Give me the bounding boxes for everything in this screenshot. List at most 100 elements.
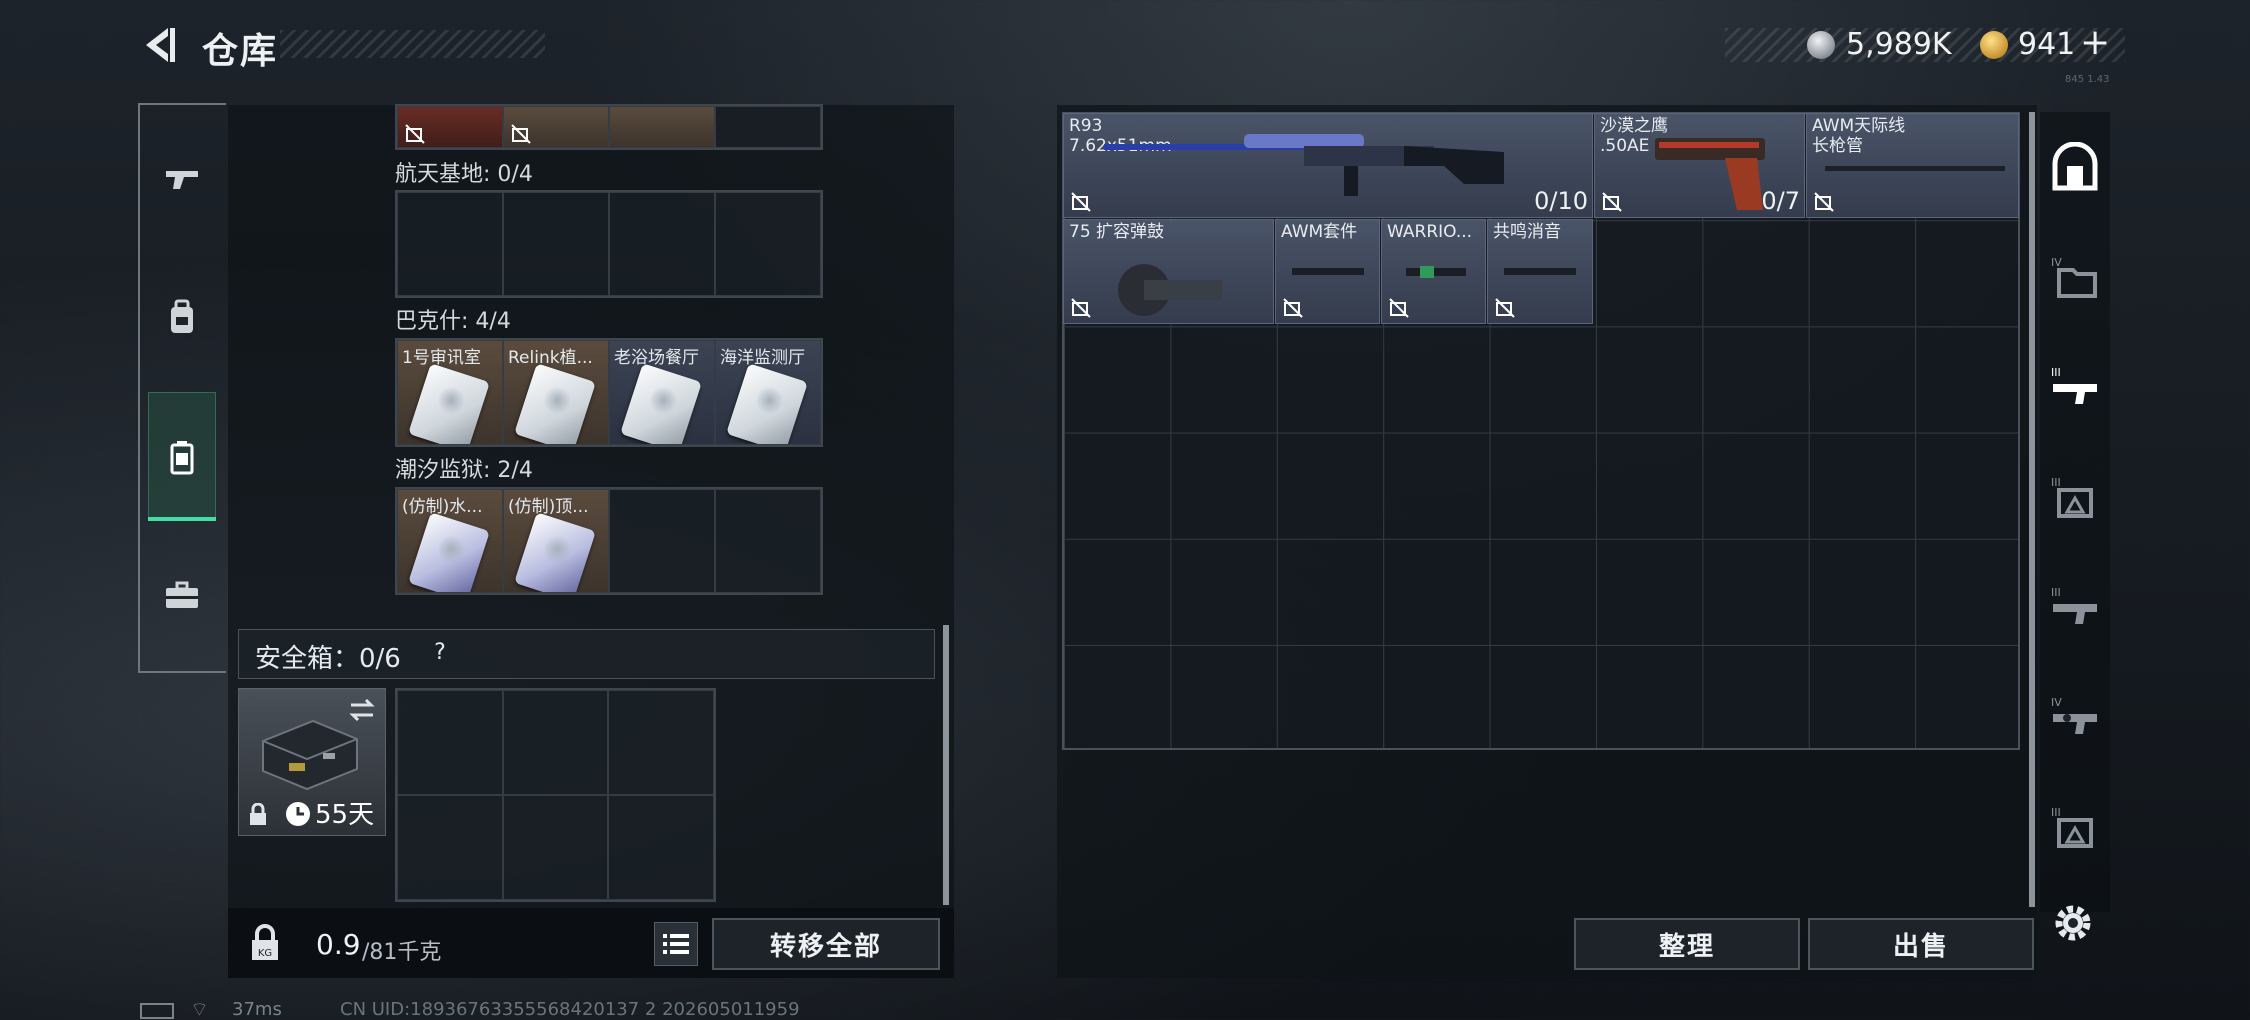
magazine-image xyxy=(1118,264,1222,316)
no-sell-icon xyxy=(1495,298,1515,318)
item-name: AWM天际线 长枪管 xyxy=(1812,116,1906,156)
item-name: WARRIO... xyxy=(1387,222,1473,242)
weight-lock-button[interactable]: KG xyxy=(240,918,290,968)
keycard-group-label: 巴克什: 4/4 xyxy=(395,309,511,334)
wifi-icon: ⌔ xyxy=(190,997,209,1020)
keycard-slot[interactable] xyxy=(715,106,821,148)
back-button[interactable] xyxy=(138,24,180,66)
keycard-item[interactable]: 海洋监测厅 xyxy=(715,340,821,445)
keycard-slot[interactable] xyxy=(609,106,715,148)
transfer-all-button[interactable]: 转移全部 xyxy=(712,918,940,970)
item-desert-eagle[interactable]: 沙漠之鹰 .50AE 0/7 xyxy=(1594,113,1805,218)
no-sell-icon xyxy=(1071,298,1091,318)
barrel-image xyxy=(1825,166,2005,171)
safe-box-item[interactable]: 55天 xyxy=(238,688,386,836)
no-sell-icon xyxy=(511,124,531,144)
folder-iv-icon: IV xyxy=(2051,256,2097,298)
add-currency-button[interactable]: + xyxy=(2080,22,2110,63)
safe-slot[interactable] xyxy=(502,795,609,900)
attachment-image xyxy=(1406,266,1466,278)
tab-weapons[interactable] xyxy=(148,136,216,222)
keycard-name: Relink植... xyxy=(508,348,593,368)
tab-armor[interactable]: III xyxy=(2040,448,2110,548)
armor-iii-icon: III xyxy=(2051,476,2093,518)
keycard-name: 1号审讯室 xyxy=(402,348,481,368)
battery-icon xyxy=(140,1003,174,1019)
swap-icon[interactable] xyxy=(347,695,377,725)
keycard-slot[interactable] xyxy=(609,192,715,296)
tab-armor-b[interactable]: III xyxy=(2040,778,2110,878)
keycard-image xyxy=(514,512,596,592)
silver-coin-icon xyxy=(1807,31,1835,59)
svg-text:III: III xyxy=(2051,806,2061,819)
help-button[interactable]: ? xyxy=(424,637,456,669)
keycard-slot[interactable] xyxy=(715,489,821,593)
gold-coin-icon xyxy=(1980,31,2008,59)
keycard-item[interactable]: (仿制)顶... xyxy=(503,489,609,593)
suppressor-image xyxy=(1504,268,1576,275)
item-awm-long-barrel[interactable]: AWM天际线 长枪管 xyxy=(1806,113,2019,218)
item-drum-magazine[interactable]: 75 扩容弹鼓 xyxy=(1063,219,1274,324)
no-sell-icon xyxy=(1389,298,1409,318)
version-text: 845 1.43 xyxy=(2065,74,2110,85)
keycard-name: 海洋监测厅 xyxy=(720,348,805,368)
no-sell-icon xyxy=(1071,192,1091,212)
safe-slot[interactable] xyxy=(502,690,609,795)
safe-slot[interactable] xyxy=(608,795,714,900)
sell-button[interactable]: 出售 xyxy=(1808,918,2034,970)
list-icon xyxy=(663,934,689,954)
item-r93-rifle[interactable]: R93 7.62x51mm 0/10 xyxy=(1063,113,1593,218)
item-awm-kit[interactable]: AWM套件 xyxy=(1275,219,1380,324)
keycard-slot[interactable] xyxy=(503,106,609,148)
keycard-image xyxy=(408,363,490,444)
keycard-item[interactable]: Relink植... xyxy=(503,340,609,445)
tab-safe-case[interactable] xyxy=(148,414,216,500)
item-ammo-count: 0/10 xyxy=(1534,187,1588,215)
keycard-image xyxy=(514,363,596,444)
kit-image xyxy=(1292,268,1364,275)
lock-icon xyxy=(250,803,266,825)
keycard-name: (仿制)水... xyxy=(402,497,483,517)
keycard-item[interactable]: 老浴场餐厅 xyxy=(609,340,715,445)
vault-door-icon xyxy=(2052,142,2098,191)
list-view-button[interactable] xyxy=(654,922,698,966)
keycard-item[interactable]: (仿制)水... xyxy=(397,489,503,593)
keycard-slot[interactable] xyxy=(503,192,609,296)
no-sell-icon xyxy=(1602,192,1622,212)
no-sell-icon xyxy=(1283,298,1303,318)
settings-gear-icon[interactable] xyxy=(2048,898,2098,948)
tab-folder[interactable]: IV xyxy=(2040,228,2110,328)
rifle-iii-icon: III xyxy=(2051,366,2097,404)
keycard-name: 老浴场餐厅 xyxy=(614,348,699,368)
keycard-image xyxy=(408,512,490,592)
svg-text:IV: IV xyxy=(2051,256,2062,269)
item-warrior-attachment[interactable]: WARRIO... xyxy=(1381,219,1486,324)
tab-toolbox[interactable] xyxy=(148,552,216,638)
keycard-slot[interactable] xyxy=(715,192,821,296)
pistol-icon xyxy=(166,171,198,189)
backpack-icon xyxy=(171,299,193,333)
clock-icon xyxy=(286,802,310,826)
item-suppressor[interactable]: 共鸣消音 xyxy=(1487,219,1593,324)
tab-rifles-iv[interactable]: IV xyxy=(2040,668,2110,768)
tab-equipment[interactable] xyxy=(148,274,216,360)
safe-slot[interactable] xyxy=(397,795,503,900)
keycard-name: (仿制)顶... xyxy=(508,497,589,517)
keycard-slot[interactable] xyxy=(397,106,503,148)
tab-rifles-b[interactable]: III xyxy=(2040,558,2110,658)
keycard-slot[interactable] xyxy=(609,489,715,593)
tab-rifles[interactable]: III xyxy=(2040,338,2110,438)
keycard-slot[interactable] xyxy=(397,192,503,296)
svg-text:KG: KG xyxy=(258,948,272,959)
item-ammo-count: 0/7 xyxy=(1761,187,1800,215)
keycard-group-slots: 1号审讯室 Relink植... 老浴场餐厅 海洋监测厅 xyxy=(395,338,823,447)
left-scrollbar[interactable] xyxy=(943,625,949,905)
safe-slot[interactable] xyxy=(608,690,714,795)
armor-iii-b-icon: III xyxy=(2051,806,2093,848)
tab-active-indicator xyxy=(148,517,216,521)
right-scrollbar[interactable] xyxy=(2029,112,2035,907)
keycard-item[interactable]: 1号审讯室 xyxy=(397,340,503,445)
tab-all-storage[interactable] xyxy=(2040,118,2110,218)
organize-button[interactable]: 整理 xyxy=(1574,918,1800,970)
safe-slot[interactable] xyxy=(397,690,503,795)
